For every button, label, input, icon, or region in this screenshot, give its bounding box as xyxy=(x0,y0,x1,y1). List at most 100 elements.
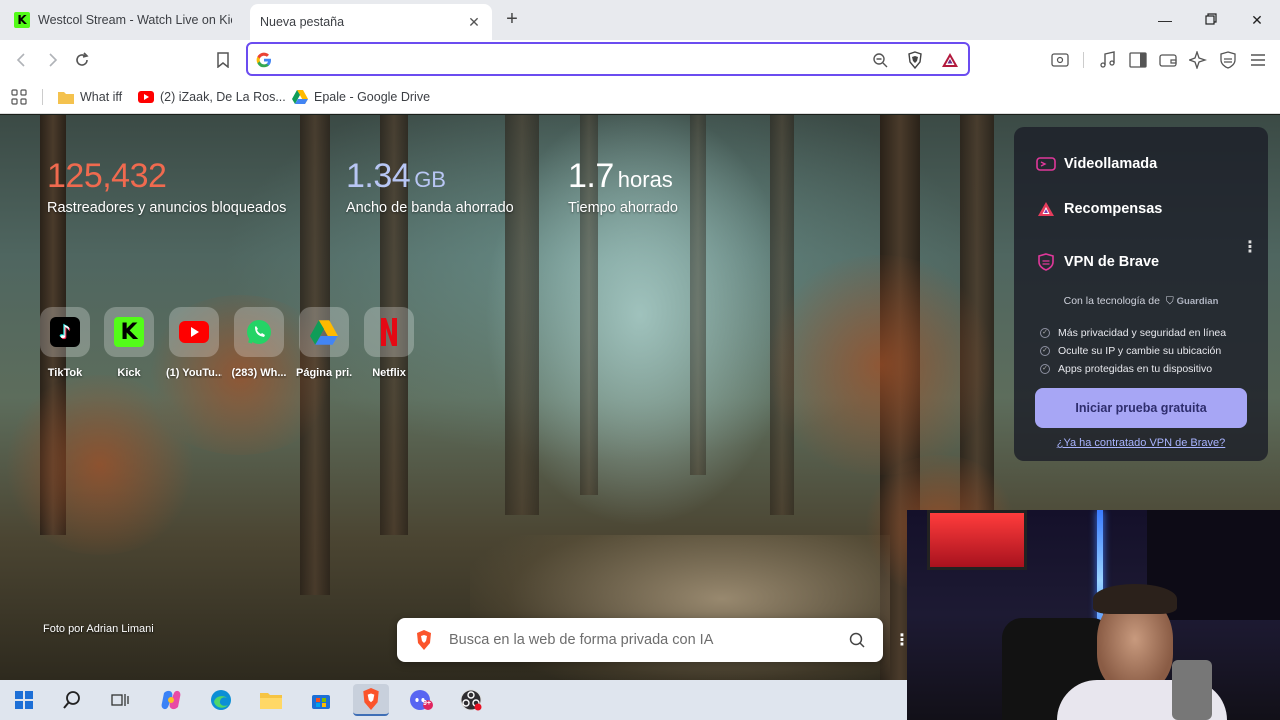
youtube-icon xyxy=(138,90,154,104)
brave-shields-button[interactable] xyxy=(905,50,925,70)
photo-credit[interactable]: Foto por Adrian Limani xyxy=(43,623,154,635)
zoom-button[interactable] xyxy=(870,50,890,70)
bookmarks-bar: What iff (2) iZaak, De La Ros... Epale -… xyxy=(0,80,1280,114)
edge-icon[interactable] xyxy=(203,684,239,716)
media-button[interactable] xyxy=(1096,48,1120,72)
top-site-youtube[interactable]: (1) YouTu... xyxy=(166,307,222,379)
minimize-button[interactable]: — xyxy=(1150,8,1180,32)
youtube-icon xyxy=(169,307,219,357)
wallet-button[interactable] xyxy=(1156,48,1180,72)
vpn-options-icon[interactable]: ⋮ xyxy=(1242,237,1258,257)
close-window-button[interactable]: ✕ xyxy=(1242,8,1272,32)
vpn-feature: ✓ Oculte su IP y cambie su ubicación xyxy=(1040,345,1221,357)
tab-search-icon xyxy=(1051,53,1069,67)
search-input[interactable] xyxy=(449,630,829,650)
tech-text: Con la tecnología de xyxy=(1063,295,1160,307)
webcam-microphone xyxy=(1172,660,1212,720)
tab-title: Nueva pestaña xyxy=(260,15,345,29)
top-site-netflix[interactable]: Netflix xyxy=(361,307,417,379)
brave-widgets-panel: Videollamada Recompensas VPN de Brave ⋮ … xyxy=(1014,127,1268,461)
new-tab-button[interactable]: + xyxy=(502,9,522,30)
back-button[interactable] xyxy=(10,48,34,72)
address-input[interactable] xyxy=(278,48,868,70)
check-icon: ✓ xyxy=(1040,364,1050,374)
windows-taskbar: 9+ xyxy=(0,680,907,720)
bookmark-izaak[interactable]: (2) iZaak, De La Ros... xyxy=(138,87,286,107)
vpn-title: VPN de Brave xyxy=(1064,254,1160,270)
top-site-tiktok[interactable]: ♪ TikTok xyxy=(37,307,93,379)
webcam-monitor xyxy=(927,510,1027,570)
netflix-icon xyxy=(364,307,414,357)
start-free-trial-button[interactable]: Iniciar prueba gratuita xyxy=(1035,388,1247,428)
discord-badge: 9+ xyxy=(423,700,431,707)
top-site-whatsapp[interactable]: (283) Wh... xyxy=(231,307,287,379)
brave-rewards-button[interactable] xyxy=(940,50,960,70)
folder-icon xyxy=(58,90,74,104)
bookmark-epale-drive[interactable]: Epale - Google Drive xyxy=(292,87,430,107)
top-site-label: Kick xyxy=(117,367,141,379)
discord-icon[interactable]: 9+ xyxy=(403,684,439,716)
brave-icon[interactable] xyxy=(353,684,389,716)
bookmarks-divider xyxy=(42,89,43,105)
webcam-hair xyxy=(1093,584,1177,614)
vpn-button[interactable] xyxy=(1216,48,1240,72)
brave-shields-icon xyxy=(908,51,922,69)
tab-westcol-stream[interactable]: K Westcol Stream - Watch Live on Kick xyxy=(4,5,242,35)
trackers-label: Rastreadores y anuncios bloqueados xyxy=(47,200,287,216)
bookmark-label: (2) iZaak, De La Ros... xyxy=(160,90,286,104)
task-view-icon[interactable] xyxy=(102,684,138,716)
top-site-google-drive[interactable]: Página pri... xyxy=(296,307,352,379)
video-camera-icon xyxy=(1036,155,1056,173)
already-purchased-link[interactable]: ¿Ya ha contratado VPN de Brave? xyxy=(1014,437,1268,449)
address-bar[interactable] xyxy=(246,42,970,76)
bandwidth-value: 1.34 xyxy=(346,157,411,195)
tab-new-tab[interactable]: Nueva pestaña ✕ xyxy=(250,4,492,40)
tab-title: Westcol Stream - Watch Live on Kick xyxy=(38,13,232,27)
reload-button[interactable] xyxy=(70,48,94,72)
apps-button[interactable] xyxy=(11,87,27,107)
check-icon: ✓ xyxy=(1040,328,1050,338)
toolbar xyxy=(0,40,1280,80)
bandwidth-label: Ancho de banda ahorrado xyxy=(346,200,514,216)
vpn-feature: ✓ Más privacidad y seguridad en línea xyxy=(1040,327,1226,339)
search-icon[interactable] xyxy=(849,632,865,648)
vpn-feature: ✓ Apps protegidas en tu dispositivo xyxy=(1040,363,1212,375)
whatsapp-icon xyxy=(234,307,284,357)
top-site-label: TikTok xyxy=(47,367,83,379)
copilot-icon[interactable] xyxy=(153,684,189,716)
sparkle-icon xyxy=(1189,51,1207,69)
bookmark-what-iff[interactable]: What iff xyxy=(58,87,122,107)
sidebar-button[interactable] xyxy=(1126,48,1150,72)
background-foliage xyxy=(760,255,1000,475)
restore-button[interactable] xyxy=(1196,8,1226,32)
wallet-icon xyxy=(1159,54,1177,67)
bandwidth-unit: GB xyxy=(414,167,446,192)
google-icon xyxy=(256,52,271,68)
bookmark-button[interactable] xyxy=(211,48,235,72)
obs-icon[interactable] xyxy=(453,684,489,716)
tab-search-button[interactable] xyxy=(1048,48,1072,72)
vpn-widget-header: VPN de Brave xyxy=(1036,253,1159,271)
top-site-kick[interactable]: K Kick xyxy=(101,307,157,379)
rewards-widget[interactable]: Recompensas xyxy=(1036,200,1162,218)
forward-arrow-icon xyxy=(49,53,58,67)
search-box[interactable] xyxy=(397,618,883,662)
feature-text: Más privacidad y seguridad en línea xyxy=(1058,327,1227,339)
bandwidth-stat: 1.34 GB Ancho de banda ahorrado xyxy=(346,157,514,216)
store-icon[interactable] xyxy=(303,684,339,716)
menu-button[interactable] xyxy=(1246,48,1270,72)
leo-ai-button[interactable] xyxy=(1186,48,1210,72)
top-site-label: Netflix xyxy=(372,367,406,379)
google-drive-icon xyxy=(299,307,349,357)
close-tab-icon[interactable]: ✕ xyxy=(466,14,482,31)
forward-button[interactable] xyxy=(40,48,64,72)
vpn-shield-icon xyxy=(1036,253,1056,271)
webcam-overlay xyxy=(907,510,1280,720)
top-site-label: (283) Wh... xyxy=(231,367,287,379)
apps-grid-icon xyxy=(11,89,27,105)
videocall-widget[interactable]: Videollamada xyxy=(1036,155,1157,173)
search-icon[interactable] xyxy=(54,684,90,716)
google-drive-icon xyxy=(292,90,308,104)
windows-start-icon[interactable] xyxy=(6,684,42,716)
file-explorer-icon[interactable] xyxy=(253,684,289,716)
